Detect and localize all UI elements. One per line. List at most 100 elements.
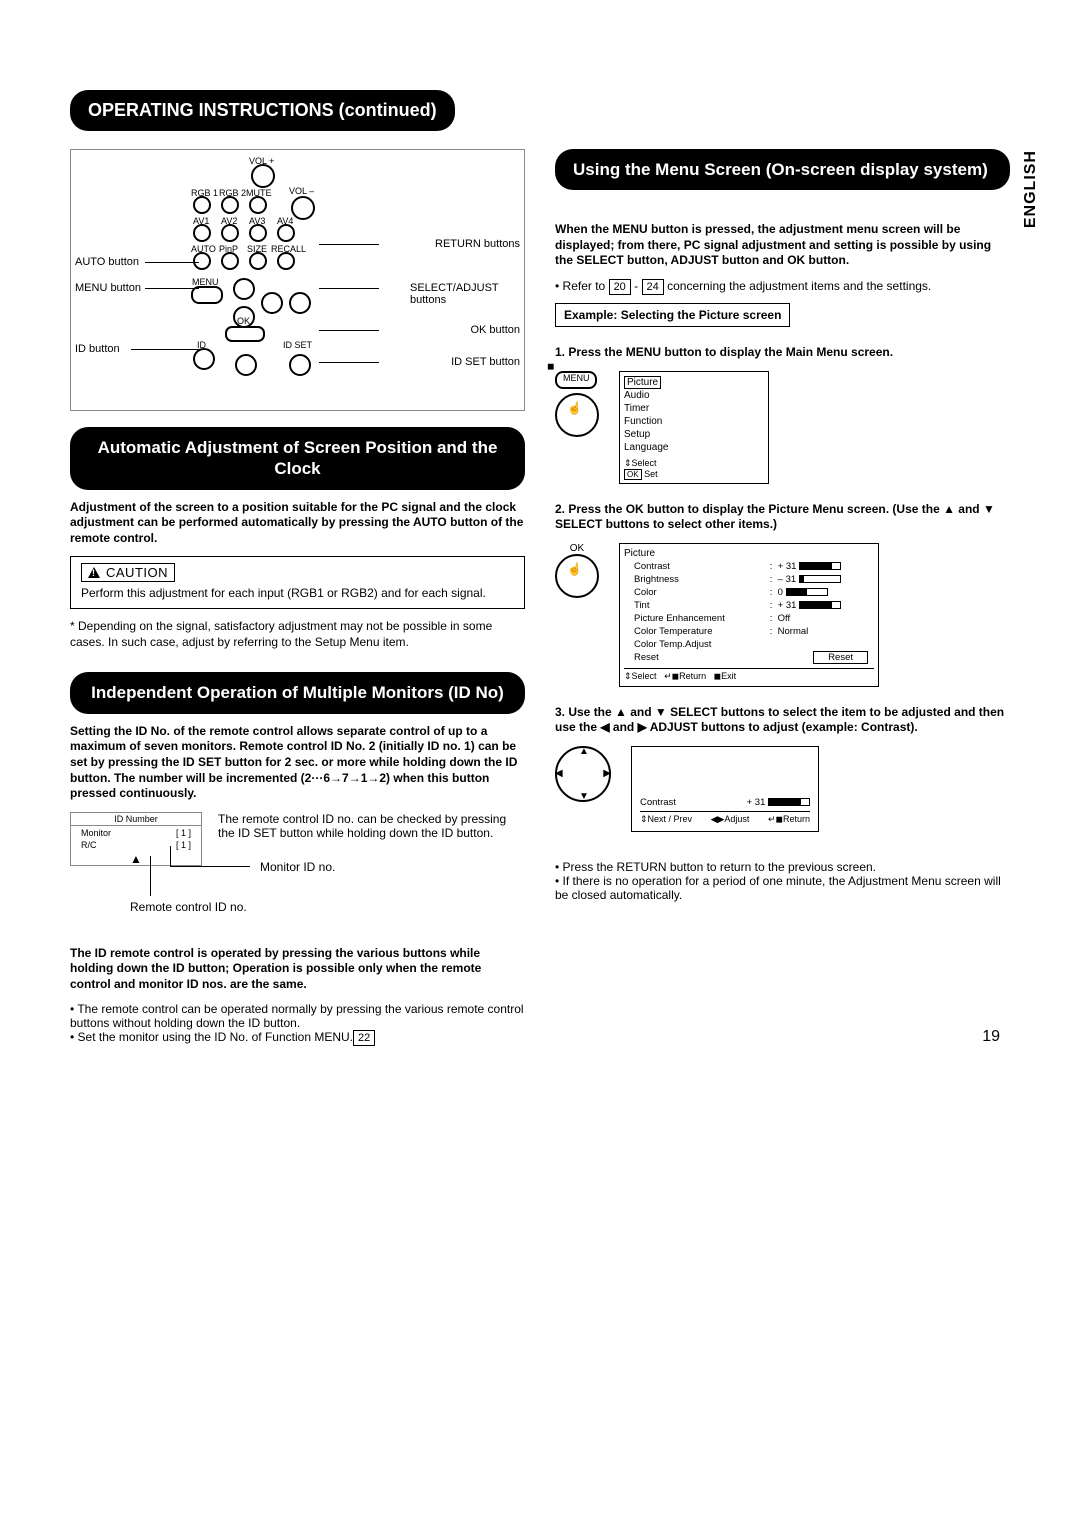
idbox-title: ID Number [71, 813, 201, 826]
size-label: SIZE [247, 244, 267, 254]
picture-menu-row: ResetReset [626, 652, 872, 663]
menu-button-label: MENU button [75, 282, 141, 294]
page-ref-20: 20 [609, 279, 631, 295]
page-ref-22: 22 [353, 1030, 375, 1046]
pic-footer-return: Return [679, 671, 706, 681]
main-menu-item: Setup [624, 428, 764, 441]
mute-button[interactable] [249, 196, 267, 214]
idbox-monitor-value: [ 1 ] [176, 828, 191, 838]
idbox-rc-label: R/C [81, 840, 97, 850]
pinp-label: PinP [219, 244, 238, 254]
picture-menu-row: Color: 0 [626, 587, 872, 598]
ok-press-illustration: ☝ [555, 554, 599, 598]
contrast-adj: Adjust [724, 814, 749, 824]
main-footer-ok: OK [624, 469, 642, 480]
select-adjust-label: SELECT/ADJUST buttons [410, 282, 520, 306]
idset-button-label: ID SET button [451, 356, 520, 368]
contrast-adjust-screen: Contrast + 31 ⇕Next / Prev ◀▶Adjust ↵◼Re… [631, 746, 819, 832]
ok-button-label: OK button [470, 324, 520, 336]
picture-menu-screen: Picture Contrast: + 31 Brightness: – 31 … [619, 543, 879, 687]
vol-minus-label: VOL – [289, 186, 314, 196]
left-arrow-button[interactable] [261, 292, 283, 314]
picture-menu-row: Brightness: – 31 [626, 574, 872, 585]
idset-button[interactable] [289, 354, 311, 376]
id-button[interactable] [193, 348, 215, 370]
menu-press-illustration: ☝ [555, 393, 599, 437]
contrast-np: Next / Prev [648, 814, 693, 824]
av1-button[interactable] [193, 224, 211, 242]
right-arrow-button[interactable] [289, 292, 311, 314]
menu-button[interactable] [191, 286, 223, 304]
pic-footer-select: Select [632, 671, 657, 681]
main-menu-item: Audio [624, 389, 764, 402]
contrast-ret: Return [783, 814, 810, 824]
av4-label: AV4 [277, 216, 293, 226]
av2-label: AV2 [221, 216, 237, 226]
contrast-value: + 31 [747, 797, 766, 808]
tail-note-1: • Press the RETURN button to return to t… [555, 860, 1010, 874]
idbox-monitor-label: Monitor [81, 828, 111, 838]
id-bullet1: • The remote control can be operated nor… [70, 1002, 525, 1030]
main-footer-set: Set [642, 469, 658, 479]
up-arrow-button[interactable] [233, 278, 255, 300]
rc-id-label: Remote control ID no. [130, 900, 247, 914]
menu-button-label: MENU [563, 373, 590, 383]
auto-adjust-note: * Depending on the signal, satisfactory … [70, 619, 525, 650]
caution-box: CAUTION Perform this adjustment for each… [70, 556, 525, 609]
remote-control-diagram: AUTO button MENU button ID button RETURN… [70, 149, 525, 411]
ok-label-ill: OK [555, 543, 599, 554]
auto-label-top: AUTO [191, 244, 216, 254]
main-menu-screen: PictureAudioTimerFunctionSetupLanguage ⇕… [619, 371, 769, 484]
recall-button[interactable] [277, 252, 295, 270]
picture-menu-row: Color Temperature: Normal [626, 626, 872, 637]
menu-button-illustration[interactable]: ◼ MENU [555, 371, 597, 389]
page-title: OPERATING INSTRUCTIONS (continued) [70, 90, 455, 131]
vol-plus-button[interactable] [251, 164, 275, 188]
auto-button[interactable] [193, 252, 211, 270]
id-body1: Setting the ID No. of the remote control… [70, 724, 525, 802]
caution-label: CAUTION [81, 563, 175, 582]
main-menu-item: Timer [624, 402, 764, 415]
vol-plus-label: VOL + [249, 156, 274, 166]
idset-label-top: ID SET [283, 340, 312, 350]
id-heading: Independent Operation of Multiple Monito… [70, 672, 525, 713]
id-bullet2: • Set the monitor using the ID No. of Fu… [70, 1030, 525, 1046]
example-label: Example: Selecting the Picture screen [555, 303, 790, 327]
main-footer-select: Select [632, 458, 657, 468]
recall-label: RECALL [271, 244, 306, 254]
pic-footer-exit: Exit [721, 671, 736, 681]
av4-button[interactable] [277, 224, 295, 242]
return-buttons-label: RETURN buttons [435, 238, 520, 250]
vol-minus-button[interactable] [291, 196, 315, 220]
auto-button-label: AUTO button [75, 256, 139, 268]
av3-button[interactable] [249, 224, 267, 242]
picture-menu-row: Color Temp.Adjust [626, 639, 872, 650]
step1-text: 1. Press the MENU button to display the … [555, 345, 1010, 361]
ok-button[interactable] [225, 326, 265, 342]
menu-intro: When the MENU button is pressed, the adj… [555, 222, 1010, 269]
main-menu-item: Language [624, 441, 764, 454]
av2-button[interactable] [221, 224, 239, 242]
page-number: 19 [982, 1028, 1000, 1046]
id-check-text: The remote control ID no. can be checked… [218, 812, 525, 840]
step2-text: 2. Press the OK button to display the Pi… [555, 502, 1010, 533]
lower-center-button[interactable] [235, 354, 257, 376]
cross-button-illustration: ▲ ▼ ◀ ▶ [555, 746, 611, 802]
rgb2-button[interactable] [221, 196, 239, 214]
picture-menu-row: Picture Enhancement: Off [626, 613, 872, 624]
caution-body: Perform this adjustment for each input (… [81, 586, 514, 600]
step3-text: 3. Use the ▲ and ▼ SELECT buttons to sel… [555, 705, 1010, 736]
menu-screen-heading: Using the Menu Screen (On-screen display… [555, 149, 1010, 190]
size-button[interactable] [249, 252, 267, 270]
caution-text: CAUTION [106, 565, 168, 580]
id-button-label: ID button [75, 343, 120, 355]
tail-note-2: • If there is no operation for a period … [555, 874, 1010, 902]
auto-adjust-intro: Adjustment of the screen to a position s… [70, 500, 525, 547]
pinp-button[interactable] [221, 252, 239, 270]
refer-line: • Refer to 20 - 24 concerning the adjust… [555, 279, 1010, 295]
language-tab: ENGLISH [1022, 150, 1040, 228]
auto-adjust-heading: Automatic Adjustment of Screen Position … [70, 427, 525, 490]
rgb1-button[interactable] [193, 196, 211, 214]
rgb2-label: RGB 2 [219, 188, 246, 198]
page-ref-24: 24 [642, 279, 664, 295]
